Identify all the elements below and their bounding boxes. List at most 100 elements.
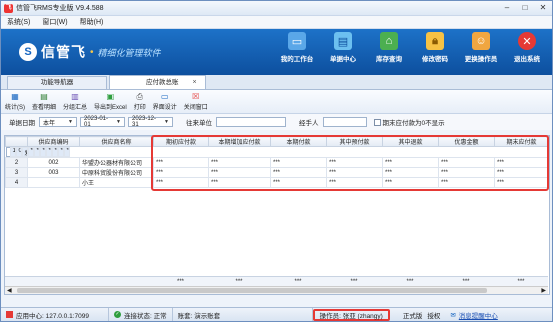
message-center-link[interactable]: 消息提醒中心 [459, 310, 498, 320]
exit-system-label: 退出系统 [514, 56, 540, 63]
register-text: 授权 [427, 312, 441, 320]
tab-label: 功能导航器 [40, 79, 74, 86]
zero-balance-checkbox[interactable] [373, 118, 381, 126]
highlight-box-amounts [151, 135, 549, 191]
operator-text: 操作员: 张亚 (zhangy) [319, 312, 383, 320]
operator-status: 操作员: 张亚 (zhangy) [312, 308, 390, 321]
document-center-label: 单据中心 [330, 56, 356, 63]
total-cell: *** [176, 279, 184, 285]
tab-strip: 功能导航器 应付款总账 × [1, 75, 552, 90]
message-center: ✉ 消息提醒中心 [445, 308, 502, 321]
exit-icon: ✕ [518, 32, 536, 50]
close-icon[interactable]: ✕ [534, 1, 552, 15]
menu-bar: 系统(S) 窗口(W) 帮助(H) [1, 16, 552, 29]
tab-function-navigator[interactable]: 功能导航器 [7, 76, 107, 89]
row-number: 3 [5, 167, 28, 178]
logo-mark-icon: S [19, 43, 37, 61]
title-bar: 飞 信管飞RMS专业版 V9.4.588 – □ ✕ [1, 1, 552, 16]
total-cell: *** [235, 279, 243, 285]
group-icon: ▥ [71, 92, 79, 101]
handler-input[interactable] [322, 117, 367, 127]
monitor-icon: ▤ [334, 32, 352, 50]
print-label: 打印 [133, 105, 146, 111]
unit-input[interactable] [216, 117, 286, 127]
horizontal-scrollbar[interactable]: ◀ ▶ [5, 286, 548, 294]
brand-subtitle: 精细化管理软件 [97, 47, 161, 58]
total-cell: *** [406, 279, 414, 285]
printer-icon: ⎙ [136, 92, 143, 101]
warehouse-icon: ⌂ [380, 32, 398, 50]
desktop-icon: ▭ [288, 32, 306, 50]
col-header[interactable]: 供应商编码 [27, 136, 80, 147]
app-center-text: 应用中心: 127.0.0.1:7099 [16, 312, 89, 320]
window-controls: – □ ✕ [498, 1, 552, 15]
lock-icon: 🔒︎ [426, 32, 444, 50]
date-to-picker[interactable]: 2023-12-31 ▼ [128, 116, 173, 128]
col-header[interactable]: 供应商名称 [79, 136, 154, 147]
table-row[interactable]: 1 001 爱普生中国有限公司 *** *** *** *** *** *** … [5, 147, 70, 157]
scroll-right-icon[interactable]: ▶ [541, 287, 546, 294]
scroll-left-icon[interactable]: ◀ [7, 287, 12, 294]
tab-label: 应付款总账 [146, 78, 179, 86]
scrollbar-thumb[interactable] [17, 288, 487, 293]
message-icon: ✉ [450, 311, 456, 319]
stats-button[interactable]: ▦ 统计(S) [5, 92, 25, 111]
payables-grid: 供应商编码 供应商名称 期初应付款 本期增加应付款 本期付款 其中预付款 其中退… [4, 135, 550, 295]
minimize-icon[interactable]: – [498, 1, 516, 15]
supplier-name: 中原科贸股份有限公司 [79, 167, 154, 178]
brand-name: 信管飞 [41, 44, 86, 60]
switch-operator-button[interactable]: ☺ 更换操作员 [458, 32, 504, 63]
stats-icon: ▦ [11, 92, 19, 101]
export-excel-label: 导出到Excel [94, 105, 127, 111]
tab-payables-ledger[interactable]: 应付款总账 × [109, 75, 206, 89]
cell: *** [63, 147, 70, 157]
period-select[interactable]: 本年 ▼ [39, 117, 77, 127]
totals-row: *** *** *** *** *** *** *** [5, 276, 548, 286]
menu-help[interactable]: 帮助(H) [80, 17, 104, 27]
app-window: 飞 信管飞RMS专业版 V9.4.588 – □ ✕ 系统(S) 窗口(W) 帮… [0, 0, 553, 322]
supplier-name: 华盟办公器材有限公司 [79, 157, 154, 168]
document-center-button[interactable]: ▤ 单据中心 [320, 32, 366, 63]
window-title: 信管飞RMS专业版 V9.4.588 [16, 5, 104, 12]
chevron-down-icon: ▼ [116, 119, 121, 125]
chevron-down-icon: ▼ [68, 119, 73, 125]
user-switch-icon: ☺ [472, 32, 490, 50]
toolbar: ▦ 统计(S) ▤ 查看明细 ▥ 分组汇总 ▣ 导出到Excel ⎙ 打印 ▭ 界面设计 ☒… [1, 90, 552, 114]
view-detail-label: 查看明细 [32, 105, 57, 111]
date-from-picker[interactable]: 2023-01-01 ▼ [80, 116, 125, 128]
date-to-value: 2023-12-31 [132, 116, 157, 128]
account-text: 账套: 演示账套 [177, 312, 221, 320]
account-status: 账套: 演示账套 [173, 308, 313, 321]
tab-close-icon[interactable]: × [193, 77, 197, 89]
date-label: 单据日期 [9, 120, 35, 127]
maximize-icon[interactable]: □ [516, 1, 534, 15]
layout-design-button[interactable]: ▭ 界面设计 [153, 92, 177, 111]
handler-label: 经手人 [299, 120, 319, 127]
app-icon: 飞 [4, 3, 13, 13]
unit-label: 往来单位 [186, 120, 212, 127]
export-excel-button[interactable]: ▣ 导出到Excel [94, 92, 127, 111]
connection-status: ✓ 连接状态: 正常 [109, 308, 173, 321]
inventory-query-button[interactable]: ⌂ 库存查询 [366, 32, 412, 63]
totals-spacer [5, 277, 153, 286]
menu-system[interactable]: 系统(S) [7, 17, 30, 27]
app-center-icon [6, 311, 13, 318]
workbench-button[interactable]: ▭ 我的工作台 [274, 32, 320, 63]
group-summary-button[interactable]: ▥ 分组汇总 [63, 92, 87, 111]
view-detail-button[interactable]: ▤ 查看明细 [32, 92, 56, 111]
total-cell: *** [350, 279, 358, 285]
exit-system-button[interactable]: ✕ 退出系统 [504, 32, 550, 63]
edition-status: 正式版 授权 [398, 308, 446, 321]
menu-window[interactable]: 窗口(W) [42, 17, 67, 27]
print-button[interactable]: ⎙ 打印 [134, 92, 146, 111]
supplier-code: 003 [27, 167, 80, 178]
change-password-button[interactable]: 🔒︎ 修改密码 [412, 32, 458, 63]
close-window-button[interactable]: ☒ 关闭窗口 [184, 92, 208, 111]
date-from-value: 2023-01-01 [84, 116, 109, 128]
status-bar: 应用中心: 127.0.0.1:7099 ✓ 连接状态: 正常 账套: 演示账套… [1, 307, 552, 321]
supplier-name: 小王 [79, 177, 154, 188]
workbench-label: 我的工作台 [280, 56, 314, 63]
excel-icon: ▣ [106, 92, 115, 101]
check-icon: ✓ [114, 311, 121, 318]
zero-balance-label: 期末应付款为0不显示 [382, 120, 445, 127]
